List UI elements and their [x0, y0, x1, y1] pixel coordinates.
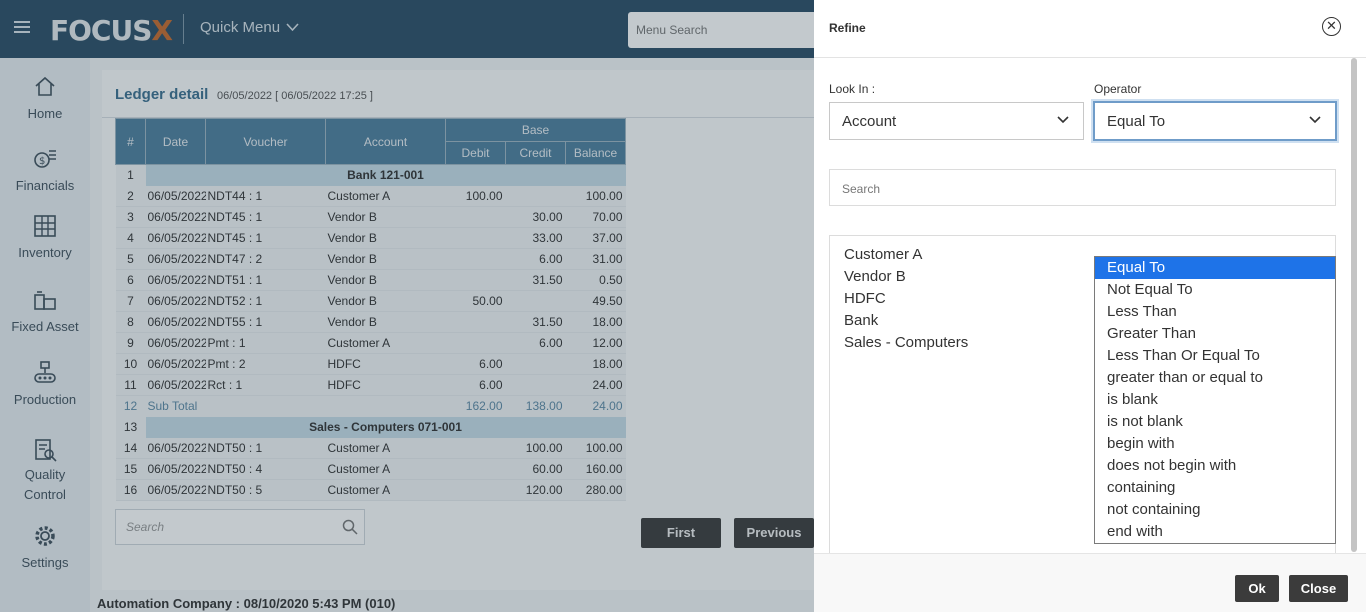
refine-search-input[interactable]: Search	[829, 169, 1336, 206]
operator-option[interactable]: begin with	[1095, 433, 1335, 455]
look-in-label: Look In :	[829, 82, 876, 96]
close-icon[interactable]: ✕	[1322, 17, 1341, 36]
operator-value: Equal To	[1107, 113, 1166, 130]
ok-button[interactable]: Ok	[1235, 575, 1279, 602]
operator-select[interactable]: Equal To	[1093, 101, 1337, 141]
operator-option[interactable]: containing	[1095, 477, 1335, 499]
operator-option[interactable]: Less Than	[1095, 301, 1335, 323]
operator-option[interactable]: is not blank	[1095, 411, 1335, 433]
panel-footer	[814, 553, 1366, 612]
value-item[interactable]: Bank	[844, 312, 878, 329]
operator-option[interactable]: Not Equal To	[1095, 279, 1335, 301]
panel-scrollbar[interactable]	[1351, 58, 1357, 552]
value-item[interactable]: Vendor B	[844, 268, 906, 285]
operator-dropdown-list: Equal To Not Equal To Less Than Greater …	[1094, 256, 1336, 544]
chevron-down-icon	[1309, 116, 1321, 124]
refine-panel: Refine ✕ Look In : Account Operator Equa…	[814, 0, 1366, 612]
operator-option[interactable]: is blank	[1095, 389, 1335, 411]
operator-option[interactable]: end with	[1095, 521, 1335, 543]
operator-option[interactable]: greater than or equal to	[1095, 367, 1335, 389]
value-item[interactable]: HDFC	[844, 290, 886, 307]
look-in-select[interactable]: Account	[829, 102, 1084, 140]
operator-option[interactable]: not containing	[1095, 499, 1335, 521]
operator-option[interactable]: does not begin with	[1095, 455, 1335, 477]
close-button[interactable]: Close	[1289, 575, 1348, 602]
operator-option-selected[interactable]: Equal To	[1095, 257, 1335, 279]
refine-title: Refine	[829, 21, 866, 35]
operator-label: Operator	[1094, 82, 1142, 96]
chevron-down-icon	[1057, 116, 1069, 124]
look-in-value: Account	[842, 113, 897, 130]
value-item[interactable]: Sales - Computers	[844, 334, 968, 351]
panel-divider	[814, 57, 1366, 58]
operator-option[interactable]: Less Than Or Equal To	[1095, 345, 1335, 367]
value-item[interactable]: Customer A	[844, 246, 922, 263]
operator-option[interactable]: Greater Than	[1095, 323, 1335, 345]
